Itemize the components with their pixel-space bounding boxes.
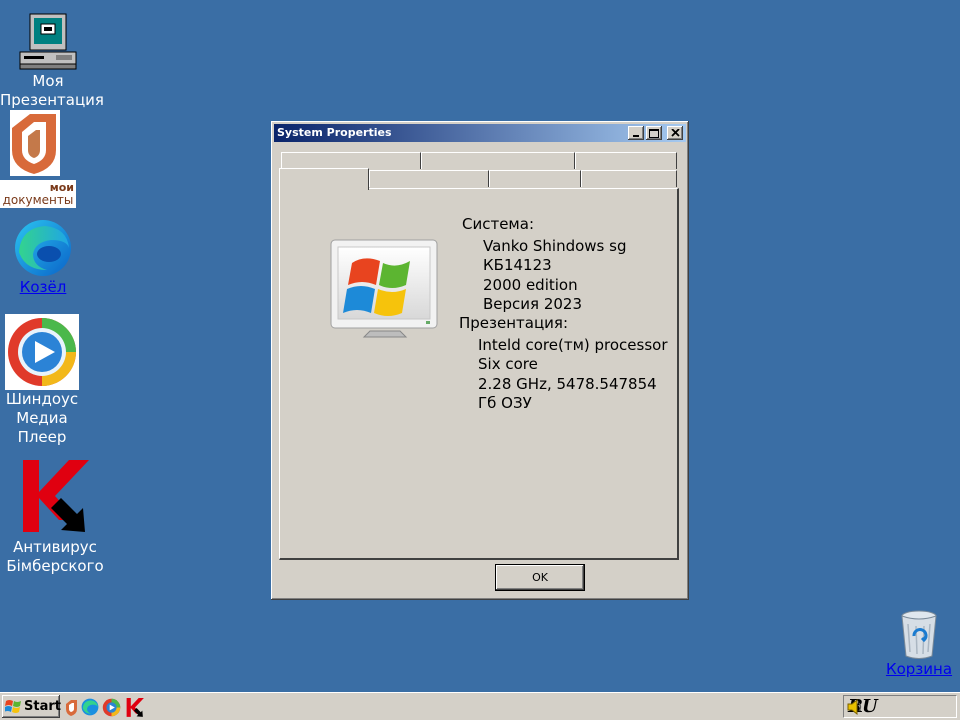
- desktop-icon-my-documents[interactable]: мои документы: [0, 110, 76, 208]
- desktop-icon-antivirus[interactable]: Антивирус Бімберского: [0, 458, 110, 576]
- desktop-icon-browser[interactable]: Козёл: [8, 218, 78, 297]
- tab-front-3[interactable]: [489, 170, 581, 187]
- windows-flag-icon: [5, 700, 21, 713]
- system-edition: 2000 edition: [483, 276, 578, 294]
- system-tray: [843, 695, 957, 718]
- processor-speed: 2.28 GHz, 5478.547854: [478, 375, 657, 393]
- desktop-icon-media-player[interactable]: Шиндоус Медиа Плеер: [0, 314, 84, 447]
- tab-front-2[interactable]: [369, 170, 489, 187]
- close-button[interactable]: [667, 126, 683, 140]
- memory-info: Гб ОЗУ: [478, 394, 532, 412]
- system-heading: Система:: [462, 215, 534, 233]
- desktop-icon-recycle-bin[interactable]: Корзина: [878, 608, 960, 679]
- edge-browser-icon: [15, 220, 71, 276]
- desktop-icon-my-computer[interactable]: Моя Презентация: [0, 12, 104, 110]
- windows-logo-icon: [330, 239, 438, 338]
- desktop-icon-label: Корзина: [885, 660, 953, 678]
- processor-cores: Six core: [478, 355, 538, 373]
- quicklaunch-browser-icon[interactable]: [81, 698, 99, 716]
- ok-button[interactable]: OK: [495, 564, 585, 591]
- tab-back-2[interactable]: [421, 152, 575, 169]
- system-version: Версия 2023: [483, 295, 583, 313]
- start-button[interactable]: Start: [2, 695, 61, 718]
- desktop-icon-label: Козёл: [19, 278, 67, 296]
- start-label: Start: [24, 699, 61, 714]
- desktop-icon-label: Антивирус Бімберского: [6, 538, 104, 575]
- minimize-icon: [633, 135, 639, 137]
- window-title: System Properties: [277, 126, 392, 139]
- maximize-button[interactable]: [646, 126, 662, 140]
- system-properties-window[interactable]: System Properties Система: Vanko Shindow…: [271, 121, 689, 600]
- tab-back-1[interactable]: [281, 152, 421, 169]
- tab-back-3[interactable]: [575, 152, 677, 169]
- maximize-icon: [649, 128, 659, 138]
- minimize-button[interactable]: [628, 126, 644, 140]
- speaker-icon[interactable]: [846, 698, 864, 716]
- kaspersky-k-icon: [23, 460, 89, 532]
- close-icon: [670, 129, 680, 137]
- quicklaunch-antivirus-icon[interactable]: [124, 697, 146, 719]
- tab-general[interactable]: [279, 168, 369, 190]
- system-os-name: Vanko Shindows sg: [483, 237, 627, 255]
- quicklaunch-documents-icon[interactable]: [64, 699, 80, 717]
- recycle-bin-icon: [901, 610, 937, 659]
- logo-text-bottom: документы: [3, 193, 74, 207]
- media-player-icon: [5, 314, 79, 390]
- tab-front-4[interactable]: [581, 170, 677, 187]
- taskbar: Start RU: [0, 692, 960, 720]
- desktop-icon-label: Моя Презентация: [0, 72, 104, 109]
- quicklaunch-media-player-icon[interactable]: [102, 698, 121, 717]
- tab-panel: Система: Vanko Shindows sg КБ14123 2000 …: [279, 188, 679, 560]
- system-build: КБ14123: [483, 256, 552, 274]
- processor-name: Inteld core(тм) processor: [478, 336, 668, 354]
- window-titlebar[interactable]: System Properties: [274, 124, 686, 142]
- computer-icon: [19, 13, 77, 70]
- documents-logo-icon: мои документы: [0, 110, 76, 208]
- presentation-heading: Презентация:: [459, 314, 569, 332]
- desktop-icon-label: Шиндоус Медиа Плеер: [5, 390, 79, 446]
